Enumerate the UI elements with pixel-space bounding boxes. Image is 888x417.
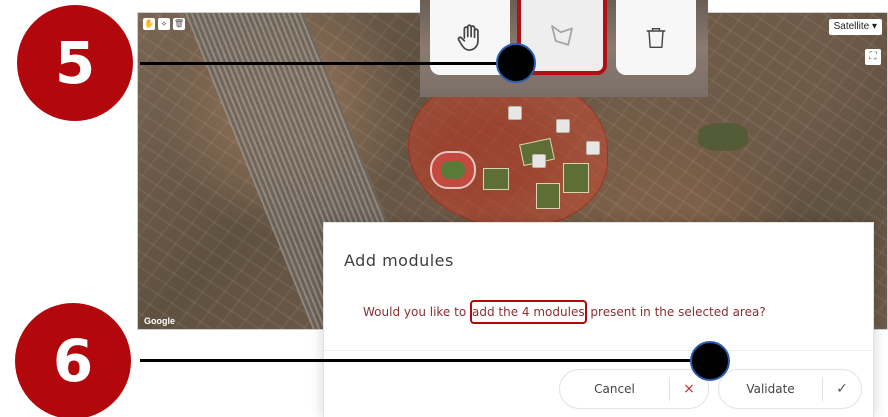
fullscreen-button[interactable]: ⛶ — [865, 49, 881, 65]
fullscreen-icon: ⛶ — [869, 51, 877, 62]
validate-button[interactable]: Validate ✓ — [718, 369, 862, 409]
step-6-badge: 6 — [15, 303, 131, 417]
step-5-pointer-line — [140, 62, 516, 65]
validate-button-label: Validate — [746, 382, 795, 396]
module-marker[interactable] — [508, 106, 522, 120]
trash-icon[interactable]: 🗑 — [173, 18, 185, 30]
toolbar-zoom-callout — [420, 0, 708, 97]
cancel-button[interactable]: Cancel × — [559, 369, 709, 409]
stadium — [430, 151, 476, 189]
hand-icon — [457, 23, 479, 51]
dialog-message: Would you like to add the 4 modules pres… — [363, 300, 766, 324]
polygon-icon — [551, 24, 573, 46]
checkmark-icon: ✓ — [836, 381, 848, 397]
hand-icon[interactable]: ✋ — [143, 18, 155, 30]
step-5-badge: 5 — [17, 5, 133, 121]
step-5-pointer-dot — [496, 43, 536, 83]
dialog-message-prefix: Would you like to — [363, 305, 470, 319]
map-type-label: Satellite — [833, 21, 870, 32]
step-6-pointer-line — [140, 359, 712, 362]
step-6-pointer-dot — [690, 341, 730, 381]
map-type-button[interactable]: Satellite ▾ — [828, 19, 882, 35]
dialog-title: Add modules — [344, 251, 454, 270]
module-marker[interactable] — [532, 154, 546, 168]
add-modules-dialog: Add modules Would you like to add the 4 … — [323, 222, 874, 417]
park-area — [698, 123, 748, 151]
map-draw-toolbar: ✋ ⟡ 🗑 — [143, 18, 185, 30]
close-icon: × — [683, 381, 695, 397]
sports-field — [483, 168, 509, 190]
cancel-button-label: Cancel — [594, 382, 635, 396]
sports-field — [563, 163, 589, 193]
dialog-message-suffix: present in the selected area? — [586, 305, 766, 319]
sports-field — [536, 183, 560, 209]
google-logo: Google — [144, 316, 175, 326]
chevron-down-icon: ▾ — [871, 21, 877, 32]
delete-tool-button[interactable] — [616, 0, 696, 75]
dialog-message-highlight: add the 4 modules — [470, 300, 587, 324]
trash-icon — [646, 27, 666, 48]
module-marker[interactable] — [586, 141, 600, 155]
polygon-icon[interactable]: ⟡ — [158, 18, 170, 30]
module-marker[interactable] — [556, 119, 570, 133]
dialog-divider — [324, 350, 873, 351]
